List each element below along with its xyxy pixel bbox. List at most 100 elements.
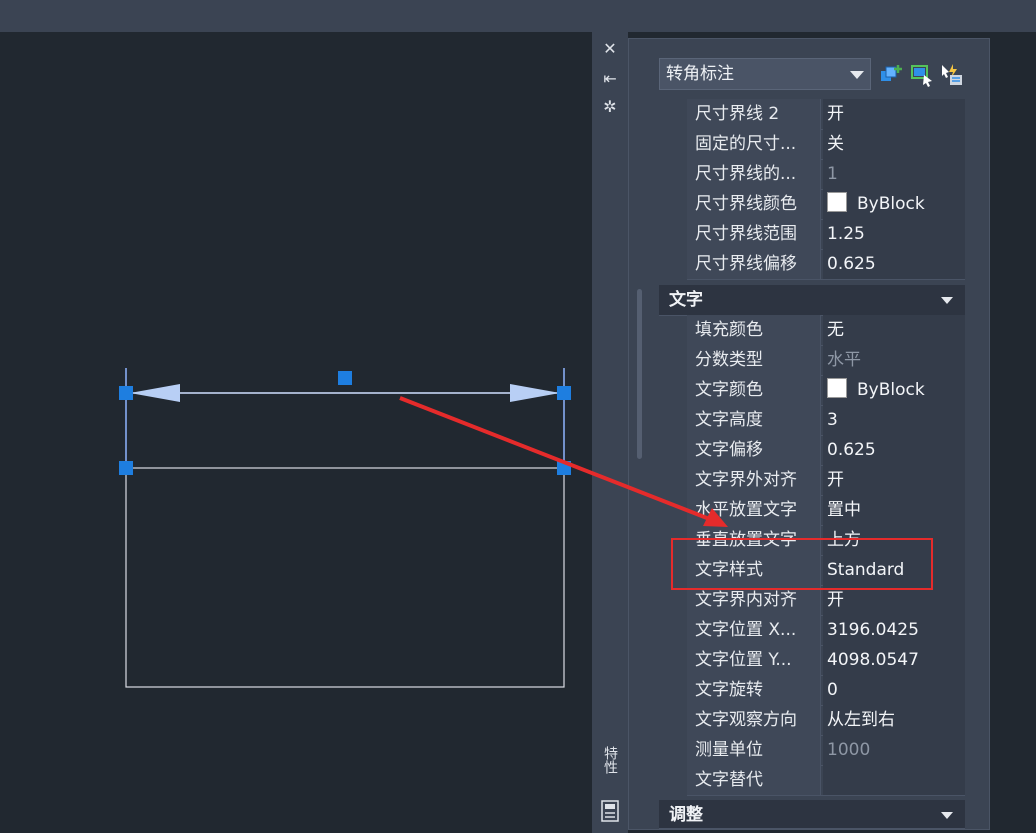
category-text-label: 文字 bbox=[669, 290, 703, 310]
drawing-svg bbox=[119, 368, 571, 688]
gear-icon[interactable]: ✲ bbox=[592, 96, 628, 118]
property-value-text: 关 bbox=[827, 134, 844, 154]
palette-title-bar[interactable]: ✕ ⇤ ✲ 特性 bbox=[592, 32, 628, 833]
property-value-text: 1.25 bbox=[827, 224, 865, 244]
toggle-pickadd-icon[interactable] bbox=[940, 63, 964, 87]
property-label: 文字颜色 bbox=[687, 375, 821, 405]
property-value[interactable]: 1000 bbox=[823, 735, 965, 765]
property-value[interactable]: 1 bbox=[823, 159, 965, 189]
property-value[interactable]: 开 bbox=[823, 465, 965, 495]
property-label: 测量单位 bbox=[687, 735, 821, 765]
property-row[interactable]: 固定的尺寸... 关 bbox=[687, 129, 965, 160]
property-row[interactable]: 尺寸界线偏移 0.625 bbox=[687, 249, 965, 280]
panel-scrollbar[interactable] bbox=[637, 289, 642, 459]
property-row[interactable]: 尺寸界线 2 开 bbox=[687, 99, 965, 130]
property-value-text: 开 bbox=[827, 104, 844, 124]
chevron-down-icon[interactable] bbox=[850, 71, 864, 79]
property-label: 文字高度 bbox=[687, 405, 821, 435]
property-value[interactable]: ByBlock bbox=[823, 375, 965, 405]
property-label: 文字偏移 bbox=[687, 435, 821, 465]
pin-icon[interactable]: ⇤ bbox=[592, 68, 628, 90]
grip-right-dimline[interactable] bbox=[557, 386, 571, 400]
property-row[interactable]: 文字颜色 ByBlock bbox=[687, 375, 965, 406]
property-label: 尺寸界线颜色 bbox=[687, 189, 821, 219]
top-bar bbox=[0, 0, 1036, 32]
property-value-text: 4098.0547 bbox=[827, 650, 919, 670]
property-value[interactable]: 0 bbox=[823, 675, 965, 705]
property-label: 固定的尺寸... bbox=[687, 129, 821, 159]
property-row[interactable]: 水平放置文字 置中 bbox=[687, 495, 965, 526]
property-value[interactable]: 3196.0425 bbox=[823, 615, 965, 645]
property-value[interactable] bbox=[823, 765, 965, 795]
property-row[interactable]: 文字观察方向 从左到右 bbox=[687, 705, 965, 736]
property-value-text: 置中 bbox=[827, 500, 861, 520]
property-value-text: ByBlock bbox=[857, 194, 925, 214]
grip-left-origin[interactable] bbox=[119, 461, 133, 475]
property-row[interactable]: 文字偏移 0.625 bbox=[687, 435, 965, 466]
property-value-text: 1 bbox=[827, 164, 838, 184]
property-row[interactable]: 文字替代 bbox=[687, 765, 965, 796]
property-value[interactable]: 置中 bbox=[823, 495, 965, 525]
property-value-text: 3196.0425 bbox=[827, 620, 919, 640]
property-row[interactable]: 尺寸界线范围 1.25 bbox=[687, 219, 965, 250]
property-row[interactable]: 填充颜色无 bbox=[687, 315, 965, 346]
property-row[interactable]: 分数类型 水平 bbox=[687, 345, 965, 376]
object-type-value: 转角标注 bbox=[666, 64, 734, 84]
drawing-canvas[interactable] bbox=[0, 32, 592, 833]
property-value-text: 无 bbox=[827, 320, 844, 340]
property-row[interactable]: 测量单位 1000 bbox=[687, 735, 965, 766]
select-objects-icon[interactable] bbox=[910, 63, 934, 87]
property-value[interactable]: 0.625 bbox=[823, 249, 965, 279]
property-value[interactable]: 3 bbox=[823, 405, 965, 435]
quick-select-icon[interactable] bbox=[879, 63, 903, 87]
property-value[interactable]: ByBlock bbox=[823, 189, 965, 219]
rectangle-geometry[interactable] bbox=[125, 467, 565, 688]
property-row[interactable]: 文字位置 Y... 4098.0547 bbox=[687, 645, 965, 676]
property-value-text: ByBlock bbox=[857, 380, 925, 400]
highlight-box bbox=[671, 538, 933, 590]
property-value[interactable]: 从左到右 bbox=[823, 705, 965, 735]
property-value-text: 开 bbox=[827, 470, 844, 490]
property-row[interactable]: 文字旋转 0 bbox=[687, 675, 965, 706]
property-value[interactable]: 无 bbox=[823, 315, 965, 345]
property-label: 文字位置 Y... bbox=[687, 645, 821, 675]
calculator-icon[interactable] bbox=[592, 800, 628, 822]
property-value[interactable]: 水平 bbox=[823, 345, 965, 375]
category-adjust-label: 调整 bbox=[669, 805, 703, 825]
grip-right-origin[interactable] bbox=[557, 461, 571, 475]
object-type-select[interactable]: 转角标注 bbox=[659, 58, 871, 90]
property-value[interactable]: 关 bbox=[823, 129, 965, 159]
property-value-text: 0.625 bbox=[827, 254, 876, 274]
property-value-text: 水平 bbox=[827, 350, 861, 370]
close-icon[interactable]: ✕ bbox=[592, 38, 628, 60]
arrowhead-left bbox=[130, 384, 180, 402]
chevron-down-icon[interactable] bbox=[941, 812, 953, 819]
property-value-text: 1000 bbox=[827, 740, 871, 760]
category-text[interactable]: 文字 bbox=[659, 285, 965, 316]
property-value[interactable]: 4098.0547 bbox=[823, 645, 965, 675]
property-label: 尺寸界线 2 bbox=[687, 99, 821, 129]
property-row[interactable]: 文字位置 X... 3196.0425 bbox=[687, 615, 965, 646]
grip-left-dimline[interactable] bbox=[119, 386, 133, 400]
grip-text[interactable] bbox=[338, 371, 352, 385]
property-row[interactable]: 尺寸界线的... 1 bbox=[687, 159, 965, 190]
chevron-down-icon[interactable] bbox=[941, 297, 953, 304]
property-value[interactable]: 1.25 bbox=[823, 219, 965, 249]
property-label: 尺寸界线范围 bbox=[687, 219, 821, 249]
color-swatch-icon bbox=[827, 378, 847, 398]
property-label: 尺寸界线偏移 bbox=[687, 249, 821, 279]
property-row[interactable]: 尺寸界线颜色 ByBlock bbox=[687, 189, 965, 220]
property-label: 尺寸界线的... bbox=[687, 159, 821, 189]
property-row[interactable]: 文字界外对齐开 bbox=[687, 465, 965, 496]
property-label: 文字旋转 bbox=[687, 675, 821, 705]
property-label: 文字观察方向 bbox=[687, 705, 821, 735]
property-value-text: 0.625 bbox=[827, 440, 876, 460]
property-value-text: 从左到右 bbox=[827, 710, 895, 730]
category-adjust[interactable]: 调整 bbox=[659, 800, 965, 829]
property-label: 填充颜色 bbox=[687, 315, 821, 345]
property-value[interactable]: 开 bbox=[823, 99, 965, 129]
property-row[interactable]: 文字高度 3 bbox=[687, 405, 965, 436]
property-value[interactable]: 0.625 bbox=[823, 435, 965, 465]
arrowhead-right bbox=[510, 384, 560, 402]
color-swatch-icon bbox=[827, 192, 847, 212]
